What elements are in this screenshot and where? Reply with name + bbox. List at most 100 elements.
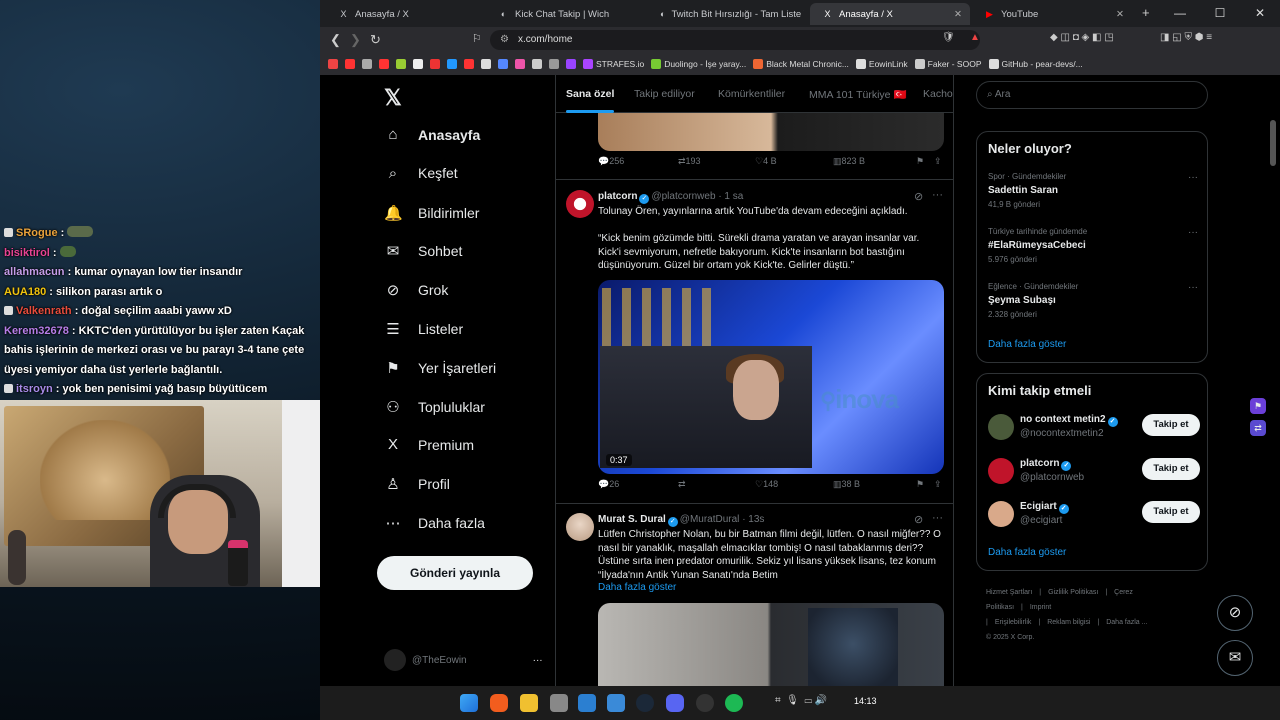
bookmark-item[interactable] [396,59,406,69]
bookmark-item[interactable] [498,59,508,69]
repost-button[interactable]: ⇄ [678,479,686,490]
tab-x-active[interactable]: X Anasayfa / X ✕ [810,3,970,25]
minimize-icon[interactable]: — [1160,0,1200,27]
nav-item-sohbet[interactable]: ✉ Sohbet [384,242,463,260]
translate-icon[interactable]: ⇄ [1250,420,1266,436]
url-bar[interactable]: ⚙ x.com/home [490,30,980,50]
footer-link[interactable]: Imprint [1030,604,1051,611]
tab-youtube[interactable]: ▶ YouTube ✕ [972,3,1132,25]
bookmark-item[interactable]: Faker - SOOP [914,59,982,69]
chat-username[interactable]: itsroyn [16,383,53,395]
spotify-icon[interactable] [725,694,743,712]
new-tab-icon[interactable]: + [1142,5,1150,20]
windows-start-icon[interactable] [460,694,478,712]
nav-item-premium[interactable]: X Premium [384,436,474,453]
suggested-account[interactable]: no context metin2 ✓ @nocontextmetin2 Takip … [988,412,1200,444]
follow-button[interactable]: Takip et [1142,501,1200,523]
nav-item-listeler[interactable]: ☰ Listeler [384,320,463,338]
reply-button[interactable]: 💬 256 [598,156,624,167]
nav-item-grok[interactable]: ⊘ Grok [384,281,449,299]
bookmark-item[interactable] [345,59,355,69]
chat-username[interactable]: AUA180 [4,286,46,298]
tab-following[interactable]: Takip ediliyor [634,88,695,100]
more-icon[interactable]: ··· [932,512,943,524]
like-button[interactable]: ♡ 4 B [755,156,777,167]
grok-icon[interactable]: ⊘ [914,513,923,526]
post-media[interactable] [598,603,944,686]
close-tab-icon[interactable]: ✕ [954,9,962,20]
file-explorer-icon[interactable] [520,694,538,712]
trend-item[interactable]: Türkiye tarihinde gündemde #ElaRümeysaCeb… [988,227,1198,264]
post-author[interactable]: platcorn ✓ @platcornweb · 1 sa [598,191,743,204]
chat-username[interactable]: allahmacun [4,266,65,278]
scrollbar[interactable] [1270,120,1276,166]
tab-x-1[interactable]: X Anasayfa / X [326,3,484,25]
x-logo-icon[interactable]: 𝕏 [384,85,402,111]
bookmark-item[interactable] [566,59,576,69]
bookmark-item[interactable]: STRAFES.io [583,59,644,69]
extensions-icon[interactable]: ◆ ◫ ◘ ◈ ◧ ◳ [1050,32,1114,43]
app-icon[interactable] [607,694,625,712]
footer-link[interactable]: © 2025 X Corp. [986,634,1034,641]
sidebar-icon[interactable]: ◨ ◱ ⛨ ⬢ ≡ [1160,32,1212,43]
share-icon[interactable]: ⇪ [934,479,942,490]
avatar[interactable] [566,513,594,541]
tab-for-you[interactable]: Sana özel [566,88,614,100]
footer-link[interactable]: Reklam bilgisi [1047,619,1090,626]
more-icon[interactable]: ··· [932,189,943,201]
post-button[interactable]: Gönderi yayınla [377,556,533,590]
discord-icon[interactable] [666,694,684,712]
account-switcher[interactable]: @TheEowin ··· [384,649,543,671]
nav-item-profil[interactable]: ♙ Profil [384,475,450,493]
suggested-account[interactable]: Ecigiart ✓ @ecigiart Takip et [988,499,1200,531]
bookmark-item[interactable] [328,59,338,69]
post-video[interactable]: 0:37 [598,280,944,474]
close-tab-icon[interactable]: ✕ [1116,9,1124,20]
views-button[interactable]: ▥ 823 B [833,156,865,167]
bookmark-item[interactable] [447,59,457,69]
site-info-icon[interactable]: ⚙ [500,30,509,50]
follow-button[interactable]: Takip et [1142,414,1200,436]
more-icon[interactable]: ··· [1188,282,1198,293]
extension-icon[interactable]: ⚑ [1250,398,1266,414]
bookmark-item[interactable] [413,59,423,69]
who-show-more[interactable]: Daha fazla göster [988,547,1066,558]
chat-username[interactable]: Kerem32678 [4,325,69,337]
grok-icon[interactable]: ⊘ [914,190,923,203]
more-icon[interactable]: ··· [1188,172,1198,183]
nav-item-bildirimler[interactable]: 🔔 Bildirimler [384,204,479,222]
bookmark-item[interactable] [549,59,559,69]
trend-item[interactable]: Eğlence · Gündemdekiler Şeyma Subaşı 2.328… [988,282,1198,319]
tab-mma101[interactable]: MMA 101 Türkiye 🇹🇷 [809,88,907,101]
reload-icon[interactable]: ↻ [370,32,381,48]
footer-link[interactable]: Hizmet Şartları [986,589,1032,596]
chat-username[interactable]: SRogue [16,227,58,239]
bookmark-item[interactable] [430,59,440,69]
trends-show-more[interactable]: Daha fazla göster [988,339,1066,350]
bookmark-item[interactable]: EowinLink [855,59,908,69]
post-author[interactable]: Murat S. Dural ✓ @MuratDural · 13s [598,514,764,527]
like-button[interactable]: ♡ 148 [755,479,778,490]
tab-kick-chat[interactable]: ◐ Kick Chat Takip | Wich [486,3,644,25]
bookmark-item[interactable]: Black Metal Chronic... [753,59,849,69]
brave-icon[interactable] [490,694,508,712]
follow-button[interactable]: Takip et [1142,457,1200,480]
tools-icon[interactable] [550,694,568,712]
steam-icon[interactable] [636,694,654,712]
avatar[interactable] [566,190,594,218]
chat-username[interactable]: Valkenrath [16,305,72,317]
brave-rewards-icon[interactable]: ▲ [970,32,980,43]
bookmark-page-icon[interactable]: ⚐ [472,32,482,45]
photos-icon[interactable] [578,694,596,712]
nav-item-topluluklar[interactable]: ⚇ Topluluklar [384,398,485,416]
bookmark-item[interactable] [532,59,542,69]
obs-icon[interactable] [696,694,714,712]
brave-shield-icon[interactable]: 🛡 [942,32,955,43]
tab-twitch-bit[interactable]: ◐ Twitch Bit Hırsızlığı - Tam Liste Yayın [648,3,804,25]
reply-button[interactable]: 💬 26 [598,479,619,490]
back-icon[interactable]: ❮ [330,32,341,48]
bookmark-item[interactable] [379,59,389,69]
trend-item[interactable]: Spor · Gündemdekiler Sadettin Saran 41,9 B… [988,172,1198,209]
nav-item-keşfet[interactable]: ⌕ Keşfet [384,165,458,182]
footer-link[interactable]: Gizlilik Politikası [1048,589,1098,596]
